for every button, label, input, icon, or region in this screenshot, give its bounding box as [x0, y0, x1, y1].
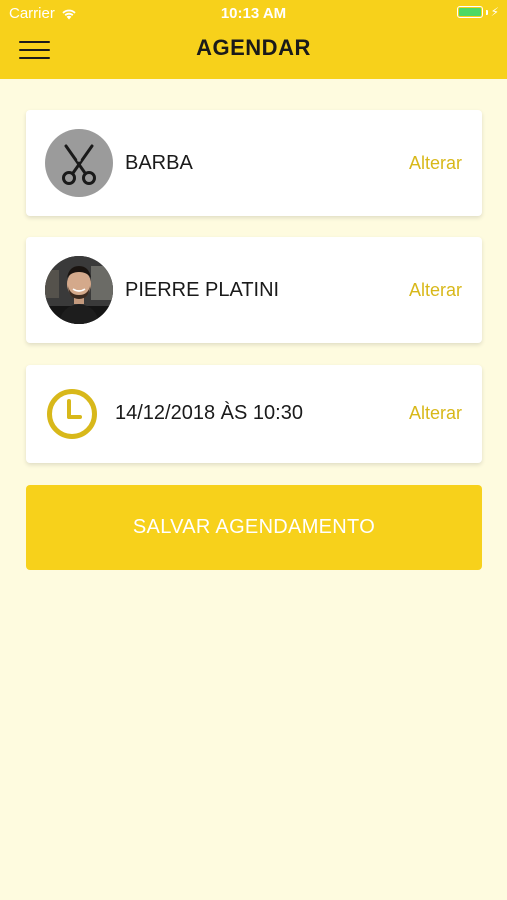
status-bar: Carrier 10:13 AM ⚡ — [0, 0, 507, 28]
change-datetime-link[interactable]: Alterar — [409, 403, 462, 424]
battery-icon — [456, 6, 483, 18]
status-time: 10:13 AM — [220, 5, 287, 22]
datetime-card: 14/12/2018 ÀS 10:30 Alterar — [26, 365, 482, 463]
change-professional-link[interactable]: Alterar — [409, 280, 462, 301]
change-service-link[interactable]: Alterar — [409, 153, 462, 174]
service-card: BARBA Alterar — [26, 110, 482, 216]
save-appointment-label: SALVAR AGENDAMENTO — [132, 516, 376, 538]
charging-icon: ⚡ — [490, 5, 499, 19]
service-name: BARBA — [125, 152, 193, 174]
page-title: AGENDAR — [196, 35, 311, 60]
service-avatar — [45, 129, 113, 197]
professional-avatar — [45, 256, 113, 324]
clock-icon — [47, 389, 97, 439]
professional-name: PIERRE PLATINI — [125, 279, 280, 301]
battery-indicator: ⚡ — [456, 5, 499, 19]
appointment-datetime: 14/12/2018 ÀS 10:30 — [115, 402, 303, 424]
top-bar: Carrier 10:13 AM ⚡ AGENDAR — [0, 0, 507, 79]
save-appointment-button[interactable]: SALVAR AGENDAMENTO — [26, 485, 482, 570]
scissors-icon — [62, 144, 96, 185]
professional-card: PIERRE PLATINI Alterar — [26, 237, 482, 343]
professional-photo — [45, 256, 113, 324]
